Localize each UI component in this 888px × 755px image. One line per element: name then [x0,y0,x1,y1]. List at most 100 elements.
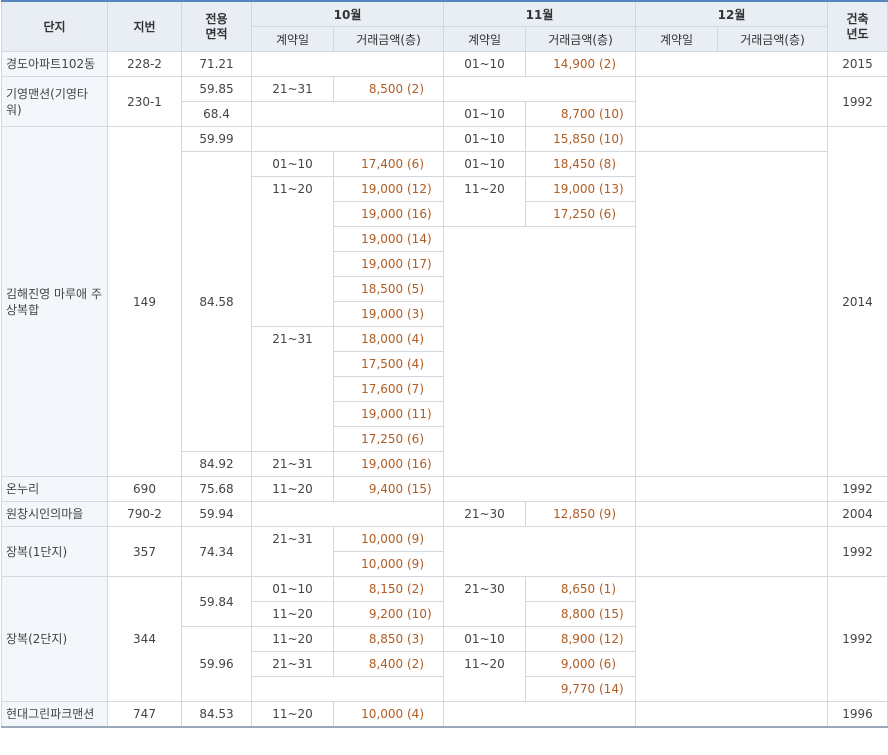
lot-number: 357 [107,526,182,577]
header-area[interactable]: 전용 면적 [181,0,252,52]
header-complex[interactable]: 단지 [1,0,108,52]
floor: (10) [407,607,432,621]
amount: 8,800 [560,607,596,621]
amount-cell: 8,150 (2) [333,576,444,602]
contract-day: 21~31 [251,326,334,452]
contract-day: 01~10 [443,626,526,652]
amount-cell: 8,900 (12) [525,626,636,652]
amount-cell: 9,200 (10) [333,601,444,627]
contract-day: 11~20 [251,601,334,627]
floor: (5) [407,282,424,296]
amount-cell: 15,850 (10) [525,126,636,152]
amount-cell: 10,000 (9) [333,551,444,577]
amount: 8,850 [368,632,404,646]
complex-name[interactable]: 기영맨션(기영타워) [1,76,108,127]
amount-cell: 19,000 (16) [333,201,444,227]
header-amount-floor: 거래금액(층) [333,26,444,52]
area: 59.84 [181,576,252,627]
empty-cell [635,151,828,477]
floor: (3) [407,307,424,321]
empty-cell [443,76,636,102]
header-month-dec: 12월 [635,0,828,27]
amount-cell: 18,500 (5) [333,276,444,302]
floor: (16) [407,457,432,471]
complex-name[interactable]: 장복(1단지) [1,526,108,577]
floor: (15) [407,482,432,496]
built-year: 1992 [827,76,888,127]
amount: 19,000 [361,457,404,471]
contract-day: 11~20 [251,701,334,728]
lot-number: 149 [107,126,182,477]
empty-cell [443,701,636,728]
table-row: 현대그린파크맨션 747 84.53 11~20 10,000 (4) 1996 [1,701,888,728]
amount: 8,500 [368,82,404,96]
floor: (11) [407,407,432,421]
floor: (14) [407,232,432,246]
lot-number: 690 [107,476,182,502]
amount: 8,900 [560,632,596,646]
amount-cell: 10,000 (9) [333,526,444,552]
amount: 18,450 [553,157,596,171]
area: 68.4 [181,101,252,127]
amount-cell: 18,450 (8) [525,151,636,177]
complex-name[interactable]: 장복(2단지) [1,576,108,702]
table-row: 온누리 690 75.68 11~20 9,400 (15) 1992 [1,476,888,502]
floor: (17) [407,257,432,271]
amount: 10,000 [361,707,404,721]
amount-cell: 19,000 (3) [333,301,444,327]
header-row-months: 단지 지번 전용 면적 10월 11월 12월 건축 년도 [1,0,888,52]
contract-day: 21~31 [251,651,334,677]
floor: (6) [599,657,616,671]
lot-number: 747 [107,701,182,728]
header-month-nov: 11월 [443,0,636,27]
complex-name[interactable]: 김해진영 마루애 주상복합 [1,126,108,477]
contract-day: 01~10 [251,576,334,602]
amount: 17,250 [361,432,404,446]
contract-day: 01~10 [443,126,526,152]
lot-number: 790-2 [107,501,182,527]
floor: (10) [599,107,624,121]
header-lot[interactable]: 지번 [107,0,182,52]
contract-day: 21~31 [251,451,334,477]
floor: (1) [599,582,616,596]
complex-name[interactable]: 원창시인의마을 [1,501,108,527]
amount: 17,250 [553,207,596,221]
amount-cell: 17,400 (6) [333,151,444,177]
area: 59.94 [181,501,252,527]
contract-day: 11~20 [251,176,334,327]
header-built-year[interactable]: 건축 년도 [827,0,888,52]
empty-cell [635,501,828,527]
complex-name[interactable]: 온누리 [1,476,108,502]
complex-name[interactable]: 현대그린파크맨션 [1,701,108,728]
built-year: 2004 [827,501,888,527]
area: 71.21 [181,51,252,77]
floor: (6) [599,207,616,221]
floor: (2) [599,57,616,71]
amount-cell: 19,000 (14) [333,226,444,252]
amount-cell: 19,000 (17) [333,251,444,277]
amount-cell: 10,000 (4) [333,701,444,728]
amount-cell: 17,500 (4) [333,351,444,377]
amount: 9,770 [560,682,596,696]
contract-day: 21~31 [251,526,334,577]
empty-cell [635,51,828,77]
floor: (2) [407,82,424,96]
empty-cell [635,701,828,728]
floor: (12) [599,632,624,646]
floor: (4) [407,707,424,721]
floor: (13) [599,182,624,196]
amount-cell: 14,900 (2) [525,51,636,77]
complex-name[interactable]: 경도아파트102동 [1,51,108,77]
amount: 14,900 [553,57,596,71]
amount: 9,400 [368,482,404,496]
floor: (6) [407,157,424,171]
header-month-oct: 10월 [251,0,444,27]
header-contract-day: 계약일 [443,26,526,52]
empty-cell [251,126,444,152]
amount-cell: 19,000 (12) [333,176,444,202]
contract-day: 21~30 [443,501,526,527]
amount-cell: 19,000 (13) [525,176,636,202]
header-contract-day: 계약일 [251,26,334,52]
contract-day: 11~20 [251,476,334,502]
amount: 19,000 [361,232,404,246]
